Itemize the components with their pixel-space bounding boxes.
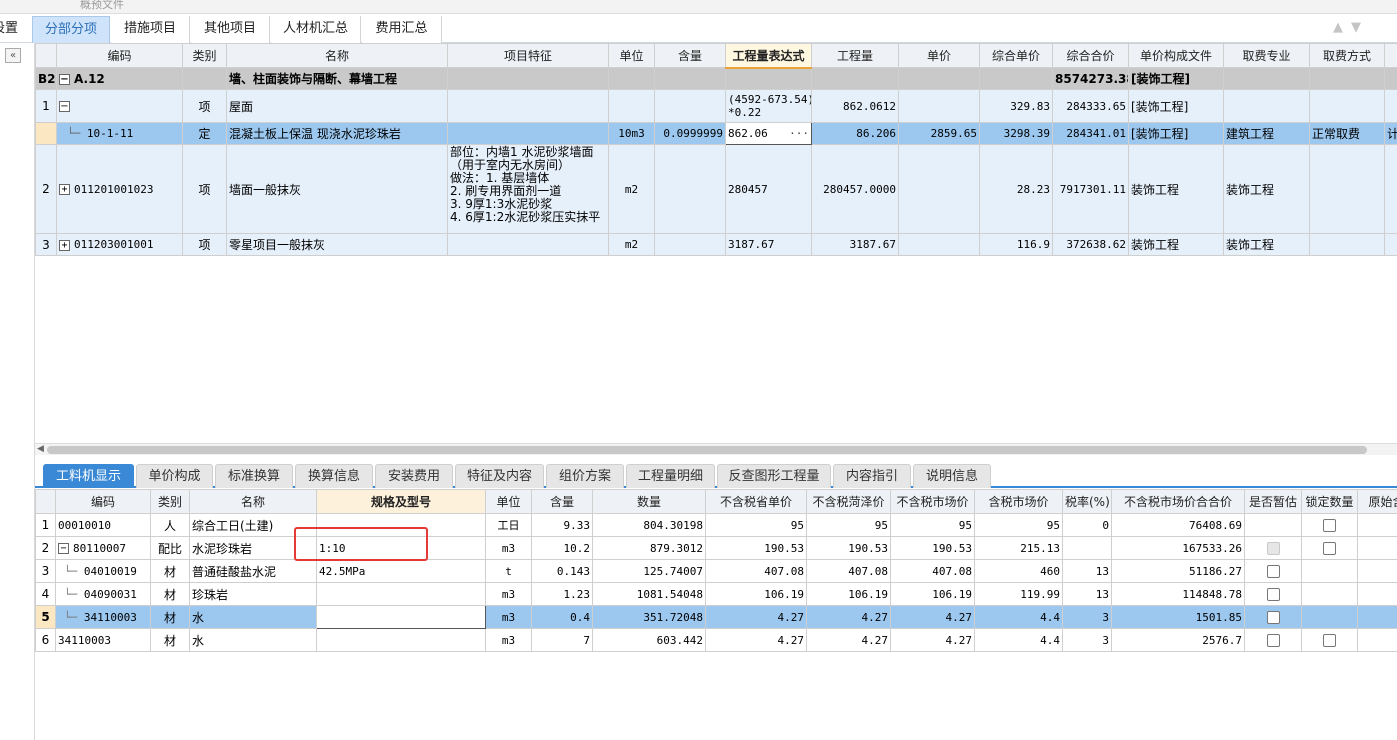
collapse-toggle-icon[interactable]: − bbox=[59, 101, 70, 112]
table-row[interactable]: 1 00010010 人综合工日(土建) 工日 9.33 804.30198 95 95 95 9… bbox=[35, 513, 1397, 537]
estimate-checkbox-disabled bbox=[1266, 542, 1280, 555]
col-features[interactable]: 项目特征 bbox=[447, 43, 609, 68]
table-row[interactable]: 2−80110007 配比 水泥珍珠岩 1:10 m3 10.2 879.3012 190.5… bbox=[35, 536, 1397, 560]
spec-cell[interactable]: 42.5MPa bbox=[316, 559, 486, 583]
tab-rencaiji-huizong[interactable]: 人材机汇总 bbox=[271, 16, 361, 43]
collapse-toggle-icon[interactable]: − bbox=[59, 73, 70, 85]
tab-zujia-fangan[interactable]: 组价方案 bbox=[546, 464, 624, 488]
expand-toggle-icon[interactable]: + bbox=[59, 239, 70, 251]
col-type[interactable]: 类别 bbox=[182, 43, 227, 68]
tab-qitaxiangmu[interactable]: 其他项目 bbox=[191, 16, 270, 43]
col-lock-qty[interactable]: 锁定数量 bbox=[1301, 489, 1358, 514]
col-prov-price[interactable]: 不含税省单价 bbox=[705, 489, 807, 514]
spec-cell[interactable] bbox=[316, 582, 486, 606]
col-original[interactable]: 原始含 bbox=[1357, 489, 1397, 514]
col-market-price[interactable]: 不含税市场价 bbox=[890, 489, 975, 514]
col-taxed-price[interactable]: 含税市场价 bbox=[974, 489, 1063, 514]
spec-cell[interactable] bbox=[316, 628, 486, 652]
ellipsis-button[interactable]: ··· bbox=[789, 127, 809, 140]
table-row-selected[interactable]: └─ 10-1-11 定 混凝土板上保温 现浇水泥珍珠岩 10m3 0.0999… bbox=[35, 122, 1397, 145]
window-title: 概预文件 bbox=[80, 0, 124, 11]
lower-header-row: 编码 类别 名称 规格及型号 单位 含量 数量 不含税省单价 不含税菏泽价 不含… bbox=[35, 489, 1397, 514]
col-name[interactable]: 名称 bbox=[189, 489, 317, 514]
upper-grid: 编码 类别 名称 项目特征 单位 含量 工程量表达式 工程量 单价 综合单价 综… bbox=[35, 43, 1397, 256]
bottom-tab-bar: 工料机显示 单价构成 标准换算 换算信息 安装费用 特征及内容 组价方案 工程量… bbox=[35, 462, 1397, 488]
main-tab-bar: 设置 分部分项 措施项目 其他项目 人材机汇总 费用汇总 ▲▼ bbox=[0, 14, 1397, 43]
col-unit[interactable]: 单位 bbox=[485, 489, 532, 514]
table-row[interactable]: 3 +011203001001 项 零星项目一般抹灰 m2 3187.67 31… bbox=[35, 233, 1397, 256]
table-row[interactable]: 3 └─ 04010019 材普通硅酸盐水泥 42.5MPa t 0.143 125.740… bbox=[35, 559, 1397, 583]
tab-danjia-goucheng[interactable]: 单价构成 bbox=[136, 464, 213, 488]
settings-tab[interactable]: 设置 bbox=[0, 14, 20, 43]
tab-neirong-zhiyin[interactable]: 内容指引 bbox=[833, 464, 911, 488]
move-arrows-icon[interactable]: ▲▼ bbox=[1333, 20, 1369, 35]
col-spec[interactable]: 规格及型号 bbox=[316, 489, 486, 514]
table-row[interactable]: 4 └─ 04090031 材珍珠岩 m3 1.23 1081.54048 106.19 10… bbox=[35, 582, 1397, 606]
col-qty[interactable]: 数量 bbox=[592, 489, 706, 514]
col-heze-price[interactable]: 不含税菏泽价 bbox=[806, 489, 891, 514]
col-estimate[interactable]: 是否暂估 bbox=[1244, 489, 1302, 514]
lock-qty-checkbox[interactable] bbox=[1323, 519, 1336, 532]
highlight-box bbox=[294, 527, 428, 561]
estimate-checkbox[interactable] bbox=[1266, 611, 1280, 624]
horizontal-scrollbar[interactable]: ◀ bbox=[35, 443, 1397, 455]
tab-gongliaoji[interactable]: 工料机显示 bbox=[43, 464, 134, 488]
feature-text: 部位：内墙1 水泥砂浆墙面 （用于室内无水房间） 做法：1. 基层墙体 2. 刷… bbox=[447, 144, 609, 234]
estimate-checkbox[interactable] bbox=[1266, 634, 1280, 647]
table-row[interactable]: 1 − 项 屋面 (4592-673.54) *0.22 862.0612 329… bbox=[35, 89, 1397, 123]
col-unit-price[interactable]: 综合单价 bbox=[979, 43, 1053, 68]
col-major[interactable]: 取费专业 bbox=[1223, 43, 1310, 68]
table-row[interactable]: 2 +011201001023 项 墙面一般抹灰 部位：内墙1 水泥砂浆墙面 （… bbox=[35, 144, 1397, 234]
scroll-left-icon[interactable]: ◀ bbox=[37, 444, 44, 454]
group-row[interactable]: B2 − A.12 墙、柱面装饰与隔断、幕墙工程 8574273.38 [装饰工程… bbox=[35, 67, 1397, 90]
col-content[interactable]: 含量 bbox=[531, 489, 593, 514]
spec-input[interactable] bbox=[316, 605, 486, 629]
expand-toggle-icon[interactable]: + bbox=[59, 184, 70, 195]
tab-gongchengliang-mingxi[interactable]: 工程量明细 bbox=[626, 464, 715, 488]
upper-header-row: 编码 类别 名称 项目特征 单位 含量 工程量表达式 工程量 单价 综合单价 综… bbox=[35, 43, 1397, 69]
tab-feiyong-huizong[interactable]: 费用汇总 bbox=[362, 16, 442, 43]
expression-input[interactable]: 862.06 ··· bbox=[725, 122, 812, 145]
tab-fancha-tuxing[interactable]: 反查图形工程量 bbox=[717, 464, 831, 488]
col-type[interactable]: 类别 bbox=[150, 489, 190, 514]
col-tax-rate[interactable]: 税率(%) bbox=[1062, 489, 1112, 514]
lock-qty-checkbox[interactable] bbox=[1323, 634, 1336, 647]
tab-cuoshixiangmu[interactable]: 措施项目 bbox=[111, 16, 190, 43]
tab-tezheng-neirong[interactable]: 特征及内容 bbox=[455, 464, 544, 488]
col-method[interactable]: 取费方式 bbox=[1309, 43, 1385, 68]
tab-huansuan-xinxi[interactable]: 换算信息 bbox=[295, 464, 373, 488]
col-content[interactable]: 含量 bbox=[654, 43, 726, 68]
tab-anzhuang-feiyong[interactable]: 安装费用 bbox=[375, 464, 453, 488]
estimate-checkbox[interactable] bbox=[1266, 588, 1280, 601]
collapse-left-icon[interactable]: « bbox=[5, 48, 21, 63]
top-strip: 概预文件 bbox=[0, 0, 1397, 14]
lower-grid: 编码 类别 名称 规格及型号 单位 含量 数量 不含税省单价 不含税菏泽价 不含… bbox=[35, 489, 1397, 652]
col-price[interactable]: 单价 bbox=[898, 43, 980, 68]
table-row-selected[interactable]: 5 └─ 34110003 材水 m3 0.4 351.72048 4.27 4.27 4.27… bbox=[35, 605, 1397, 629]
tab-shuoming-xinxi[interactable]: 说明信息 bbox=[913, 464, 991, 488]
col-expression[interactable]: 工程量表达式 bbox=[725, 43, 812, 69]
collapse-toggle-icon[interactable]: − bbox=[58, 543, 69, 554]
col-code[interactable]: 编码 bbox=[56, 43, 183, 68]
tab-fenbufenxiang[interactable]: 分部分项 bbox=[32, 16, 110, 43]
col-unit[interactable]: 单位 bbox=[608, 43, 655, 68]
col-total[interactable]: 综合合价 bbox=[1052, 43, 1129, 68]
table-row[interactable]: 6 34110003 材水 m3 7 603.442 4.27 4.27 4.27 4.4 3 257… bbox=[35, 628, 1397, 652]
tab-biaozhun-huansuan[interactable]: 标准换算 bbox=[215, 464, 293, 488]
lock-qty-checkbox[interactable] bbox=[1323, 542, 1336, 555]
app-window: 概预文件 设置 分部分项 措施项目 其他项目 人材机汇总 费用汇总 ▲▼ « 编… bbox=[0, 0, 1397, 740]
left-rail bbox=[0, 43, 35, 740]
col-code[interactable]: 编码 bbox=[55, 489, 151, 514]
scroll-thumb[interactable] bbox=[47, 446, 1367, 454]
estimate-checkbox[interactable] bbox=[1266, 565, 1280, 578]
col-qty[interactable]: 工程量 bbox=[811, 43, 899, 68]
col-name[interactable]: 名称 bbox=[226, 43, 448, 68]
col-price-file[interactable]: 单价构成文件 bbox=[1128, 43, 1224, 68]
col-market-total[interactable]: 不含税市场价合合价 bbox=[1111, 489, 1245, 514]
